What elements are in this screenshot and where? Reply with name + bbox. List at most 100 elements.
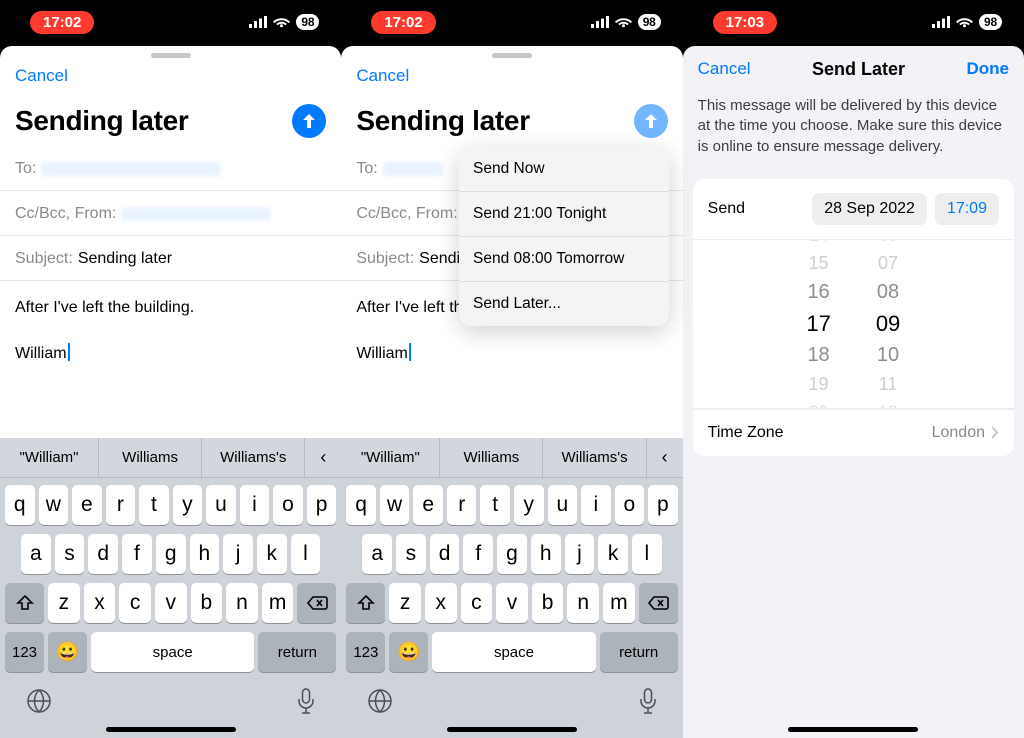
wheel-value[interactable]: 10 <box>877 344 899 367</box>
wheel-value[interactable]: 16 <box>807 281 829 304</box>
time-picker[interactable]: 14151617181920 06070809101112 <box>693 239 1014 409</box>
prediction-1[interactable]: "William" <box>0 438 99 477</box>
popover-send-now[interactable]: Send Now <box>459 147 669 192</box>
date-chip[interactable]: 28 Sep 2022 <box>812 193 927 225</box>
key-y[interactable]: y <box>173 485 203 525</box>
key-z[interactable]: z <box>389 583 421 623</box>
key-o[interactable]: o <box>615 485 645 525</box>
wheel-value[interactable]: 15 <box>809 253 829 274</box>
ccbcc-field[interactable]: Cc/Bcc, From: <box>0 191 341 236</box>
wheel-value[interactable]: 11 <box>879 374 898 395</box>
emoji-key[interactable]: 😀 <box>48 632 87 672</box>
key-e[interactable]: e <box>413 485 443 525</box>
key-c[interactable]: c <box>461 583 493 623</box>
prediction-2[interactable]: Williams <box>440 438 543 477</box>
home-indicator[interactable] <box>447 727 577 732</box>
key-m[interactable]: m <box>603 583 635 623</box>
numeric-key[interactable]: 123 <box>5 632 44 672</box>
cancel-button[interactable]: Cancel <box>698 59 751 79</box>
key-i[interactable]: i <box>240 485 270 525</box>
prediction-1[interactable]: "William" <box>341 438 440 477</box>
key-c[interactable]: c <box>119 583 151 623</box>
dictation-icon[interactable] <box>639 688 657 714</box>
home-indicator[interactable] <box>106 727 236 732</box>
backspace-key[interactable] <box>297 583 336 623</box>
prediction-2[interactable]: Williams <box>99 438 202 477</box>
key-d[interactable]: d <box>88 534 118 574</box>
wheel-value[interactable]: 18 <box>807 344 829 367</box>
key-v[interactable]: v <box>155 583 187 623</box>
key-j[interactable]: j <box>223 534 253 574</box>
home-indicator[interactable] <box>788 727 918 732</box>
key-g[interactable]: g <box>156 534 186 574</box>
wheel-value[interactable]: 19 <box>809 374 829 395</box>
wheel-value[interactable]: 20 <box>809 402 828 409</box>
space-key[interactable]: space <box>432 632 595 672</box>
key-x[interactable]: x <box>425 583 457 623</box>
key-q[interactable]: q <box>5 485 35 525</box>
hour-wheel[interactable]: 14 15 16 17 18 19 20 <box>806 239 830 409</box>
popover-send-tonight[interactable]: Send 21:00 Tonight <box>459 192 669 237</box>
backspace-key[interactable] <box>639 583 678 623</box>
key-o[interactable]: o <box>273 485 303 525</box>
body-editor[interactable]: After I've left the building. William <box>0 281 341 378</box>
return-key[interactable]: return <box>258 632 336 672</box>
return-key[interactable]: return <box>600 632 678 672</box>
key-u[interactable]: u <box>548 485 578 525</box>
emoji-key[interactable]: 😀 <box>389 632 428 672</box>
key-q[interactable]: q <box>346 485 376 525</box>
key-d[interactable]: d <box>430 534 460 574</box>
key-j[interactable]: j <box>565 534 595 574</box>
key-f[interactable]: f <box>463 534 493 574</box>
send-button[interactable] <box>634 104 668 138</box>
key-u[interactable]: u <box>206 485 236 525</box>
key-h[interactable]: h <box>190 534 220 574</box>
key-b[interactable]: b <box>191 583 223 623</box>
key-t[interactable]: t <box>139 485 169 525</box>
minute-wheel[interactable]: 06070809101112 <box>876 239 900 409</box>
wheel-value[interactable]: 17 <box>806 311 830 337</box>
wheel-value[interactable]: 08 <box>877 281 899 304</box>
wheel-value[interactable]: 12 <box>879 402 898 409</box>
key-l[interactable]: l <box>632 534 662 574</box>
shift-key[interactable] <box>5 583 44 623</box>
key-g[interactable]: g <box>497 534 527 574</box>
key-n[interactable]: n <box>226 583 258 623</box>
send-button[interactable] <box>292 104 326 138</box>
key-t[interactable]: t <box>480 485 510 525</box>
key-r[interactable]: r <box>447 485 477 525</box>
key-e[interactable]: e <box>72 485 102 525</box>
key-h[interactable]: h <box>531 534 561 574</box>
keyboard[interactable]: "William" Williams Williams's ‹ qwertyui… <box>341 438 682 738</box>
to-field[interactable]: To: <box>0 146 341 191</box>
prediction-collapse[interactable]: ‹ <box>305 438 341 477</box>
key-m[interactable]: m <box>262 583 294 623</box>
key-a[interactable]: a <box>21 534 51 574</box>
dictation-icon[interactable] <box>297 688 315 714</box>
time-chip[interactable]: 17:09 <box>935 193 999 225</box>
prediction-3[interactable]: Williams's <box>543 438 646 477</box>
key-l[interactable]: l <box>291 534 321 574</box>
globe-icon[interactable] <box>367 688 393 714</box>
key-f[interactable]: f <box>122 534 152 574</box>
wheel-value[interactable]: 14 <box>809 239 828 246</box>
key-s[interactable]: s <box>396 534 426 574</box>
key-y[interactable]: y <box>514 485 544 525</box>
popover-send-later[interactable]: Send Later... <box>459 282 669 326</box>
numeric-key[interactable]: 123 <box>346 632 385 672</box>
key-b[interactable]: b <box>532 583 564 623</box>
key-n[interactable]: n <box>567 583 599 623</box>
prediction-collapse[interactable]: ‹ <box>647 438 683 477</box>
key-x[interactable]: x <box>84 583 116 623</box>
wheel-value[interactable]: 07 <box>878 253 898 274</box>
done-button[interactable]: Done <box>966 59 1009 79</box>
key-v[interactable]: v <box>496 583 528 623</box>
key-s[interactable]: s <box>55 534 85 574</box>
shift-key[interactable] <box>346 583 385 623</box>
key-p[interactable]: p <box>307 485 337 525</box>
space-key[interactable]: space <box>91 632 254 672</box>
wheel-value[interactable]: 06 <box>879 239 898 246</box>
key-k[interactable]: k <box>598 534 628 574</box>
key-p[interactable]: p <box>648 485 678 525</box>
key-r[interactable]: r <box>106 485 136 525</box>
